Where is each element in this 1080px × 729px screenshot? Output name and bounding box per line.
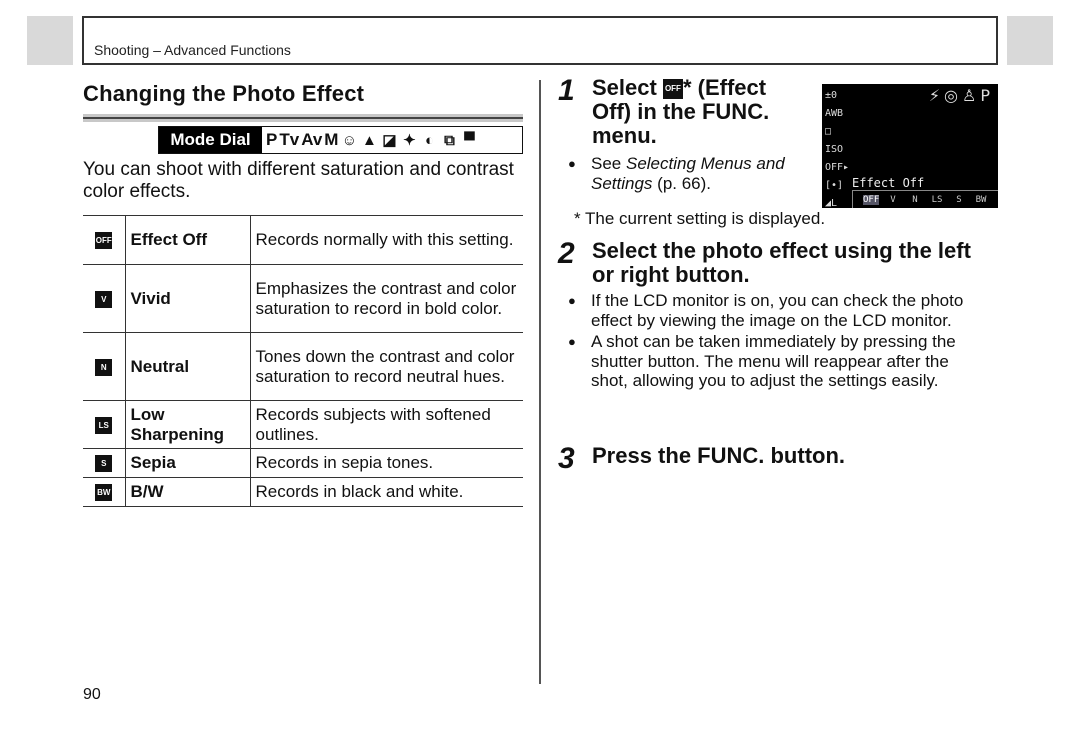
effect-name: Neutral xyxy=(125,332,251,401)
lcd-effect-bar: OFF V N LS S BW xyxy=(852,190,998,208)
effect-icon-cell: V xyxy=(83,264,126,333)
lcd-menu-item: [•] xyxy=(825,180,844,191)
step-1-note: * The current setting is displayed. xyxy=(574,209,826,228)
step-title-pre: Select xyxy=(592,75,663,100)
mode-dial-label: Mode Dial xyxy=(159,127,262,153)
step-title: Select OFF* (Effect Off) in the FUNC. me… xyxy=(592,76,808,148)
bw-icon: BW xyxy=(95,484,113,502)
step-number: 3 xyxy=(558,442,575,475)
step-2: 2 Select the photo effect using the left… xyxy=(558,239,978,391)
intro-text: You can shoot with different saturation … xyxy=(83,159,514,202)
mode-m: M xyxy=(324,130,339,149)
lcd-top-icons: ⚡◎♙P xyxy=(928,86,994,105)
page-title: Changing the Photo Effect xyxy=(83,81,365,106)
bullet-icon: ● xyxy=(568,334,576,349)
step-title: Press the FUNC. button. xyxy=(592,443,846,468)
mode-p: P xyxy=(266,130,278,149)
mode-dial-box: Mode Dial P Tv Av M ☺ ▲ ◪ ✦ ◐ ⧉ ▀ xyxy=(158,126,523,154)
step-title: Select the photo effect using the left o… xyxy=(592,238,971,287)
table-row: LS Low Sharpening Records subjects with so… xyxy=(83,400,523,449)
step-number: 1 xyxy=(558,74,575,107)
portrait-icon: ☺ xyxy=(341,131,358,149)
table-row: OFF Effect Off Records normally with this … xyxy=(83,215,523,265)
lcd-menu-item: ±0 xyxy=(825,90,838,101)
effect-off-icon: OFF xyxy=(662,79,683,100)
lcd-effect-option: BW xyxy=(975,194,987,205)
effect-icon-cell: OFF xyxy=(83,215,126,265)
mode-av: Av xyxy=(301,130,323,149)
landscape-icon: ▲ xyxy=(362,131,377,149)
effect-off-icon: OFF xyxy=(95,232,113,250)
lcd-menu-item: ◢L xyxy=(825,198,838,209)
column-divider xyxy=(539,80,541,684)
effect-icon-cell: BW xyxy=(83,477,126,507)
header-bar: Shooting – Advanced Functions xyxy=(82,16,998,65)
effects-table: OFF Effect Off Records normally with this … xyxy=(83,215,523,507)
bullet-icon: ● xyxy=(568,293,576,308)
table-row: S Sepia Records in sepia tones. xyxy=(83,448,523,478)
lcd-effect-option: OFF xyxy=(863,194,880,205)
lcd-effect-option: S xyxy=(956,194,962,205)
night-scene-icon: ◪ xyxy=(382,132,397,149)
table-row: V Vivid Emphasizes the contrast and color … xyxy=(83,264,523,333)
mode-list: P Tv Av M ☺ ▲ ◪ ✦ ◐ ⧉ ▀ xyxy=(262,127,478,153)
step-3: 3 Press the FUNC. button. xyxy=(558,444,978,474)
effect-icon-cell: S xyxy=(83,448,126,478)
left-column: Changing the Photo Effect Mode Dial P Tv… xyxy=(83,80,523,507)
movie-icon: ▀ xyxy=(464,131,475,149)
lcd-func-menu: ±0 AWB □ ISO OFF▸ [•] ◢L xyxy=(825,88,850,214)
bullet-text: A shot can be taken immediately by press… xyxy=(591,332,956,390)
lcd-effect-option: LS xyxy=(931,194,943,205)
table-row: BW B/W Records in black and white. xyxy=(83,477,523,507)
effect-description: Records in sepia tones. xyxy=(255,453,434,473)
list-item: ● A shot can be taken immediately by pre… xyxy=(568,332,978,391)
bullet-icon: ● xyxy=(568,156,576,171)
effect-description: Records in black and white. xyxy=(255,482,464,502)
effect-name: Vivid xyxy=(125,264,251,333)
effect-name: Effect Off xyxy=(125,215,251,265)
step-number: 2 xyxy=(558,237,575,270)
effect-icon-cell: N xyxy=(83,332,126,401)
lcd-status-text: Effect Off xyxy=(852,176,925,190)
effect-description: Tones down the contrast and color satura… xyxy=(255,347,515,386)
section-title: Shooting – Advanced Functions xyxy=(94,42,291,58)
effect-description: Records subjects with softened outlines. xyxy=(255,405,491,444)
neutral-icon: N xyxy=(95,358,113,376)
effect-description: Emphasizes the contrast and color satura… xyxy=(255,279,517,318)
effect-icon-cell: LS xyxy=(83,400,126,449)
sepia-icon: S xyxy=(95,455,113,473)
lcd-menu-item: AWB xyxy=(825,108,844,119)
effect-description: Records normally with this setting. xyxy=(255,230,514,250)
sports-icon: ✦ xyxy=(403,132,416,149)
page-tab-left xyxy=(27,16,73,65)
effect-name: Low Sharpening xyxy=(125,400,251,449)
list-item: ● See Selecting Menus and Settings (p. 6… xyxy=(568,154,808,193)
page-tab-right xyxy=(1007,16,1053,65)
effect-name: B/W xyxy=(125,477,251,507)
list-item: ● If the LCD monitor is on, you can chec… xyxy=(568,291,978,330)
low-sharpening-icon: LS xyxy=(95,416,113,434)
bullet-text: If the LCD monitor is on, you can check … xyxy=(591,291,964,330)
step-1: 1 Select OFF* (Effect Off) in the FUNC. … xyxy=(558,76,808,193)
effect-name: Sepia xyxy=(125,448,251,478)
vivid-icon: V xyxy=(95,290,113,308)
bullet-text: See Selecting Menus and Settings (p. 66)… xyxy=(591,154,785,193)
lcd-effect-option: V xyxy=(890,194,896,205)
table-row: N Neutral Tones down the contrast and colo… xyxy=(83,332,523,401)
lcd-menu-item: □ xyxy=(825,126,832,137)
lcd-effect-option: N xyxy=(912,194,918,205)
lcd-menu-item: OFF▸ xyxy=(825,162,850,173)
page-number: 90 xyxy=(83,686,101,703)
lcd-screenshot: ⚡◎♙P ±0 AWB □ ISO OFF▸ [•] ◢L Effect Off OFF V N… xyxy=(822,84,998,209)
stitch-assist-icon: ⧉ xyxy=(444,131,455,149)
lcd-menu-item: ISO xyxy=(825,144,844,155)
title-rule xyxy=(83,114,523,122)
mode-tv: Tv xyxy=(279,130,300,149)
special-scene-icon: ◐ xyxy=(424,131,434,149)
